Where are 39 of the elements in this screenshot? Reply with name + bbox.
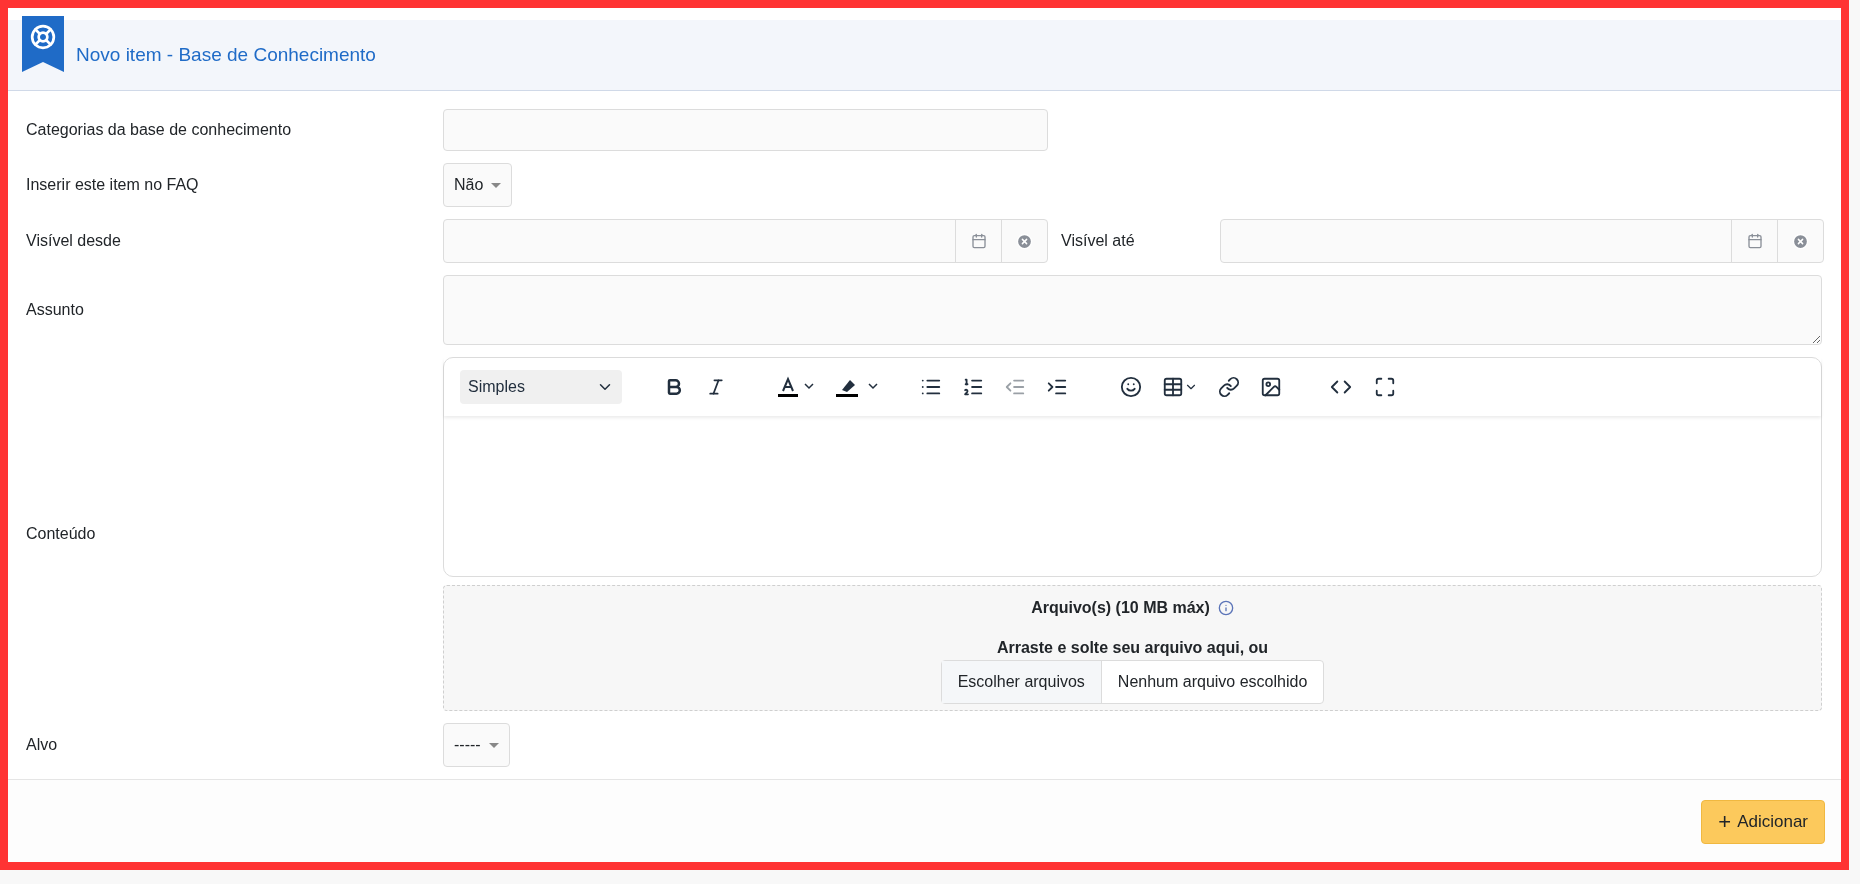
calendar-icon (1746, 233, 1763, 249)
italic-icon (706, 377, 726, 397)
rich-text-editor[interactable]: Simples (443, 357, 1822, 577)
file-status: Nenhum arquivo escolhido (1116, 672, 1309, 692)
input-field[interactable] (443, 109, 1048, 151)
field-label: Visível desde (26, 232, 121, 249)
caret-icon (488, 742, 499, 748)
format-dropdown[interactable]: Simples (460, 370, 622, 404)
file-input[interactable]: Escolher arquivos Nenhum arquivo escolhido (940, 660, 1325, 704)
close-icon (1792, 232, 1809, 250)
plus-icon: + (1718, 811, 1732, 833)
numbered-list-icon (962, 376, 984, 398)
image-icon (1260, 376, 1282, 398)
form-title: Novo item - Base de Conhecimento (76, 42, 376, 67)
field-label: Alvo (26, 736, 58, 753)
text-color-icon (778, 376, 814, 398)
choose-files-button[interactable]: Escolher arquivos (941, 661, 1102, 703)
close-icon (1016, 232, 1033, 250)
calendar-icon (970, 233, 987, 249)
table-icon (1162, 376, 1184, 398)
field-label: Visível até (1061, 232, 1135, 249)
caret-icon (491, 182, 502, 188)
field-label: Conteúdo (26, 525, 96, 542)
date-field[interactable] (443, 219, 1048, 263)
date-field[interactable] (1220, 219, 1824, 263)
select-field[interactable]: ----- (443, 723, 510, 767)
add-button[interactable]: + Adicionar (1701, 800, 1825, 844)
lifebuoy-icon (30, 24, 56, 50)
smiley-icon (1120, 376, 1142, 398)
select-field[interactable]: Não (443, 163, 513, 207)
field-label: Categorias da base de conhecimento (26, 121, 292, 138)
field-label: Inserir este item no FAQ (26, 176, 199, 193)
dropzone-title: Arquivo(s) (10 MB máx) (1031, 598, 1210, 618)
file-dropzone[interactable]: Arquivo(s) (10 MB máx) Arraste e solte seu arquivo aqui, ou Escolher arquivos Nenhum arquivo escolhido (443, 585, 1822, 711)
info-icon (1217, 600, 1234, 616)
dropzone-hint: Arraste e solte seu arquivo aqui, ou (996, 638, 1269, 658)
fullscreen-icon (1374, 376, 1396, 398)
link-icon (1218, 376, 1240, 398)
field-label: Assunto (26, 301, 84, 318)
